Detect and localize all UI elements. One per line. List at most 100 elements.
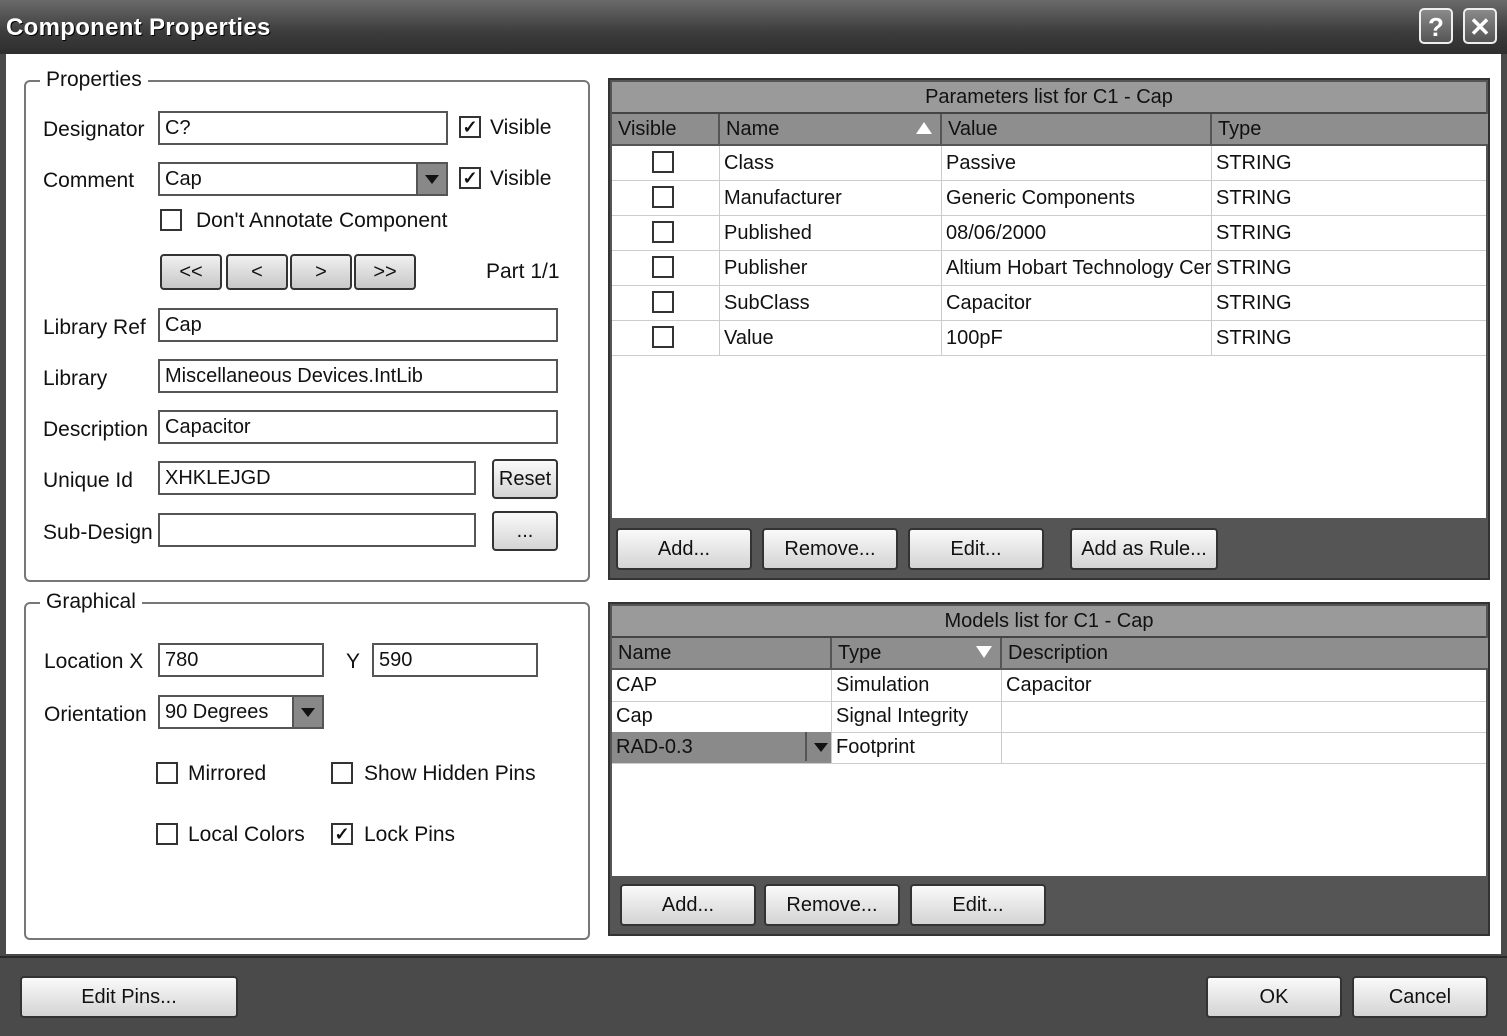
param-type-cell: STRING xyxy=(1216,187,1292,209)
designator-visible-checkbox[interactable]: ✓ xyxy=(459,116,481,138)
show-hidden-pins-checkbox[interactable] xyxy=(331,762,353,784)
close-button[interactable]: ✕ xyxy=(1463,8,1497,44)
param-type-cell: STRING xyxy=(1216,257,1292,279)
description-label: Description xyxy=(43,418,149,441)
orientation-combo[interactable]: 90 Degrees xyxy=(158,695,324,729)
param-visible-checkbox[interactable] xyxy=(652,221,674,243)
table-row[interactable]: Published 08/06/2000 STRING xyxy=(612,216,1486,251)
param-visible-cell xyxy=(612,146,720,180)
param-remove-button[interactable]: Remove... xyxy=(762,528,898,570)
local-colors-checkbox[interactable] xyxy=(156,823,178,845)
model-add-button[interactable]: Add... xyxy=(620,884,756,926)
comment-visible-checkbox[interactable]: ✓ xyxy=(459,167,481,189)
orientation-combo-value: 90 Degrees xyxy=(165,701,269,723)
cancel-button[interactable]: Cancel xyxy=(1352,976,1488,1018)
param-edit-button[interactable]: Edit... xyxy=(908,528,1044,570)
chevron-down-icon[interactable] xyxy=(805,732,831,761)
location-x-label: Location X xyxy=(44,650,144,673)
description-input[interactable]: Capacitor xyxy=(158,410,558,444)
mirrored-checkbox[interactable] xyxy=(156,762,178,784)
chevron-down-icon[interactable] xyxy=(416,164,446,194)
model-type-cell: Simulation xyxy=(832,670,1002,701)
param-name-cell: SubClass xyxy=(720,286,942,320)
param-col-name[interactable]: Name xyxy=(720,114,942,144)
model-col-type-label: Type xyxy=(838,642,882,664)
lock-pins-checkbox[interactable]: ✓ xyxy=(331,823,353,845)
library-label: Library xyxy=(43,367,108,390)
lock-pins-label: Lock Pins xyxy=(364,823,456,846)
param-col-type[interactable]: Type xyxy=(1212,114,1488,144)
help-button[interactable]: ? xyxy=(1419,8,1453,44)
model-remove-button[interactable]: Remove... xyxy=(764,884,900,926)
table-row[interactable]: CAP Simulation Capacitor xyxy=(612,670,1486,702)
param-value-cell: 100pF xyxy=(942,321,1212,355)
model-name-text: CAP xyxy=(616,674,658,696)
ok-button[interactable]: OK xyxy=(1206,976,1342,1018)
model-name-cell[interactable]: CAP xyxy=(612,670,832,701)
next-part-button[interactable]: > xyxy=(290,254,352,290)
param-name-cell: Published xyxy=(720,216,942,250)
library-ref-label: Library Ref xyxy=(43,316,146,339)
edit-pins-button[interactable]: Edit Pins... xyxy=(20,976,238,1018)
model-description-cell xyxy=(1002,732,1488,763)
table-row[interactable]: Value 100pF STRING xyxy=(612,321,1486,356)
table-row[interactable]: Class Passive STRING xyxy=(612,146,1486,181)
comment-combo[interactable]: Cap xyxy=(158,162,448,196)
orientation-label: Orientation xyxy=(44,703,147,726)
model-name-cell[interactable]: RAD-0.3 xyxy=(612,732,832,763)
model-col-type[interactable]: Type xyxy=(832,638,1002,668)
prev-part-button[interactable]: < xyxy=(226,254,288,290)
designator-label: Designator xyxy=(43,118,145,141)
dialog-client-area: Properties Designator C? ✓ Visible Comme… xyxy=(6,54,1501,954)
browse-sub-design-button[interactable]: ... xyxy=(492,511,558,551)
param-visible-cell xyxy=(612,286,720,320)
designator-visible-label: Visible xyxy=(490,116,552,139)
model-name-cell[interactable]: Cap xyxy=(612,701,832,732)
model-description-cell: Capacitor xyxy=(1006,674,1092,696)
param-value-cell: Passive xyxy=(942,146,1212,180)
model-edit-button[interactable]: Edit... xyxy=(910,884,1046,926)
sub-design-label: Sub-Design xyxy=(43,521,153,544)
param-visible-cell xyxy=(612,216,720,250)
add-as-rule-button[interactable]: Add as Rule... xyxy=(1070,528,1218,570)
model-name-text: RAD-0.3 xyxy=(616,736,693,758)
param-value-cell: Altium Hobart Technology Cen xyxy=(942,251,1212,285)
sub-design-input[interactable] xyxy=(158,513,476,547)
param-visible-checkbox[interactable] xyxy=(652,186,674,208)
library-ref-input[interactable]: Cap xyxy=(158,308,558,342)
reset-button[interactable]: Reset xyxy=(492,459,558,499)
library-input[interactable]: Miscellaneous Devices.IntLib xyxy=(158,359,558,393)
unique-id-input[interactable]: XHKLEJGD xyxy=(158,461,476,495)
param-visible-checkbox[interactable] xyxy=(652,291,674,313)
table-row[interactable]: Publisher Altium Hobart Technology Cen S… xyxy=(612,251,1486,286)
comment-label: Comment xyxy=(43,169,135,192)
param-type-cell: STRING xyxy=(1216,222,1292,244)
param-col-visible[interactable]: Visible xyxy=(612,114,720,144)
last-part-button[interactable]: >> xyxy=(354,254,416,290)
param-add-button[interactable]: Add... xyxy=(616,528,752,570)
table-row[interactable]: Cap Signal Integrity xyxy=(612,701,1486,733)
chevron-down-icon[interactable] xyxy=(292,697,322,727)
param-value-cell: 08/06/2000 xyxy=(942,216,1212,250)
param-visible-checkbox[interactable] xyxy=(652,326,674,348)
models-grid: CAP Simulation Capacitor Cap Signal Inte… xyxy=(612,670,1486,876)
param-visible-checkbox[interactable] xyxy=(652,256,674,278)
location-y-input[interactable]: 590 xyxy=(372,643,538,677)
model-type-cell: Footprint xyxy=(832,732,1002,763)
table-row[interactable]: SubClass Capacitor STRING xyxy=(612,286,1486,321)
param-visible-checkbox[interactable] xyxy=(652,151,674,173)
param-col-value[interactable]: Value xyxy=(942,114,1212,144)
model-type-cell: Signal Integrity xyxy=(832,701,1002,732)
model-col-name[interactable]: Name xyxy=(612,638,832,668)
designator-input[interactable]: C? xyxy=(158,111,448,145)
location-x-input[interactable]: 780 xyxy=(158,643,324,677)
param-value-cell: Generic Components xyxy=(942,181,1212,215)
first-part-button[interactable]: << xyxy=(160,254,222,290)
table-row[interactable]: Manufacturer Generic Components STRING xyxy=(612,181,1486,216)
dont-annotate-checkbox[interactable] xyxy=(160,209,182,231)
show-hidden-pins-label: Show Hidden Pins xyxy=(364,762,536,785)
sort-ascending-icon xyxy=(916,122,932,134)
model-col-description[interactable]: Description xyxy=(1002,638,1488,668)
param-visible-cell xyxy=(612,251,720,285)
table-row[interactable]: RAD-0.3 Footprint xyxy=(612,732,1486,764)
